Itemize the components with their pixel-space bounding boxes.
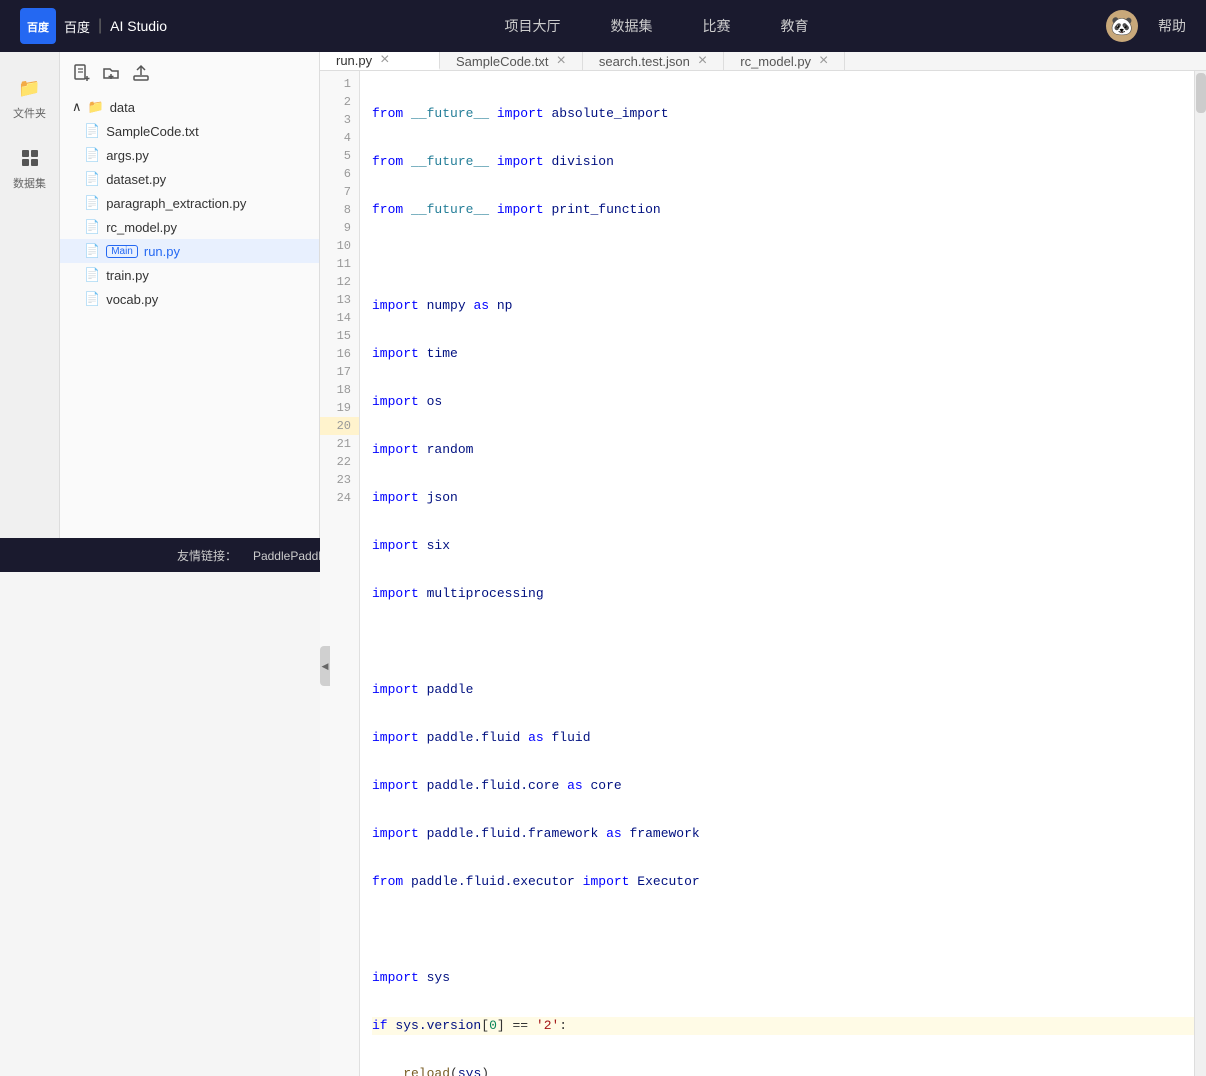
- tab-close-icon[interactable]: ×: [380, 52, 389, 68]
- sidebar-label-datasets: 数据集: [13, 175, 46, 191]
- header: 百度 百度 | AI Studio 项目大厅 数据集 比赛 教育 🐼 帮助: [0, 0, 1206, 52]
- file-dataset[interactable]: 📄 dataset.py: [60, 167, 319, 191]
- upload-icon[interactable]: [132, 64, 150, 87]
- tab-label: search.test.json: [599, 54, 690, 69]
- main-badge: Main: [106, 245, 138, 258]
- collapse-handle[interactable]: ◀: [320, 646, 330, 686]
- main-container: 📁 文件夹 数据集: [0, 52, 1206, 538]
- sidebar-item-datasets[interactable]: 数据集: [6, 132, 54, 197]
- new-file-icon[interactable]: [72, 64, 90, 87]
- file-run[interactable]: 📄 Main run.py: [60, 239, 319, 263]
- file-name: run.py: [144, 244, 180, 259]
- nav-education[interactable]: 教育: [781, 16, 809, 36]
- folder-arrow: ∧: [72, 99, 82, 115]
- new-folder-icon[interactable]: [102, 64, 120, 87]
- file-icon: 📄: [84, 195, 100, 211]
- tab-close-icon[interactable]: ×: [819, 53, 828, 69]
- file-samplecode[interactable]: 📄 SampleCode.txt: [60, 119, 319, 143]
- file-icon: 📄: [84, 291, 100, 307]
- tab-run-py[interactable]: run.py ×: [320, 52, 440, 70]
- nav-projects[interactable]: 项目大厅: [505, 16, 561, 36]
- file-rcmodel[interactable]: 📄 rc_model.py: [60, 215, 319, 239]
- tab-search-test[interactable]: search.test.json ×: [583, 52, 724, 70]
- nav-datasets[interactable]: 数据集: [611, 16, 653, 36]
- tab-bar: run.py × SampleCode.txt × search.test.js…: [320, 52, 1206, 71]
- tab-close-icon[interactable]: ×: [557, 53, 566, 69]
- folder-icon: 📁: [88, 99, 104, 115]
- code-content[interactable]: from __future__ import absolute_import f…: [360, 71, 1194, 1076]
- file-icon: 📄: [84, 147, 100, 163]
- tab-rcmodel[interactable]: rc_model.py ×: [724, 52, 845, 70]
- line-numbers: 1 2 3 4 5 6 7 8 9 10 11 12 13 14 15 16 1: [320, 71, 360, 1076]
- tab-label: SampleCode.txt: [456, 54, 549, 69]
- file-icon: 📄: [84, 219, 100, 235]
- datasets-icon: [10, 138, 50, 178]
- avatar[interactable]: 🐼: [1106, 10, 1138, 42]
- file-icon: 📄: [84, 267, 100, 283]
- tab-label: rc_model.py: [740, 54, 811, 69]
- nav-competition[interactable]: 比赛: [703, 16, 731, 36]
- logo-divider: |: [98, 17, 102, 35]
- footer-prefix: 友情链接：: [177, 547, 237, 564]
- file-name: SampleCode.txt: [106, 124, 199, 139]
- file-name: paragraph_extraction.py: [106, 196, 246, 211]
- file-paragraph[interactable]: 📄 paragraph_extraction.py: [60, 191, 319, 215]
- file-name: train.py: [106, 268, 149, 283]
- file-icon: 📄: [84, 123, 100, 139]
- file-tree-toolbar: [60, 60, 319, 95]
- file-name: dataset.py: [106, 172, 166, 187]
- code-editor[interactable]: 1 2 3 4 5 6 7 8 9 10 11 12 13 14 15 16 1: [320, 71, 1206, 1076]
- scrollbar-thumb[interactable]: [1196, 73, 1206, 113]
- sidebar-item-files[interactable]: 📁 文件夹: [6, 62, 54, 127]
- root-folder[interactable]: ∧ 📁 data: [60, 95, 319, 119]
- file-name: rc_model.py: [106, 220, 177, 235]
- sidebar-label-files: 文件夹: [13, 105, 46, 121]
- tab-samplecode[interactable]: SampleCode.txt ×: [440, 52, 583, 70]
- tab-label: run.py: [336, 53, 372, 68]
- baidu-logo: 百度: [20, 8, 56, 44]
- folder-icon: 📁: [10, 68, 50, 108]
- file-args[interactable]: 📄 args.py: [60, 143, 319, 167]
- logo-area: 百度 百度 | AI Studio: [20, 8, 167, 44]
- logo-text: 百度: [64, 17, 90, 36]
- file-vocab[interactable]: 📄 vocab.py: [60, 287, 319, 311]
- scrollbar-vertical[interactable]: [1194, 71, 1206, 1076]
- file-name: vocab.py: [106, 292, 158, 307]
- file-icon: 📄: [84, 243, 100, 259]
- help-link[interactable]: 帮助: [1158, 16, 1186, 36]
- editor-wrapper: ◀ 1 2 3 4 5 6 7 8 9 10 11 12 13 14: [320, 71, 1206, 1076]
- file-train[interactable]: 📄 train.py: [60, 263, 319, 287]
- file-tree: ∧ 📁 data 📄 SampleCode.txt 📄 args.py 📄 da…: [60, 52, 320, 538]
- main-nav: 项目大厅 数据集 比赛 教育: [207, 16, 1106, 36]
- header-right: 🐼 帮助: [1106, 10, 1186, 42]
- svg-text:百度: 百度: [27, 20, 50, 34]
- file-icon: 📄: [84, 171, 100, 187]
- sidebar: 📁 文件夹 数据集: [0, 52, 60, 538]
- ai-studio-label: AI Studio: [110, 18, 167, 34]
- tab-close-icon[interactable]: ×: [698, 53, 707, 69]
- editor-area: run.py × SampleCode.txt × search.test.js…: [320, 52, 1206, 538]
- folder-name: data: [110, 100, 135, 115]
- file-name: args.py: [106, 148, 149, 163]
